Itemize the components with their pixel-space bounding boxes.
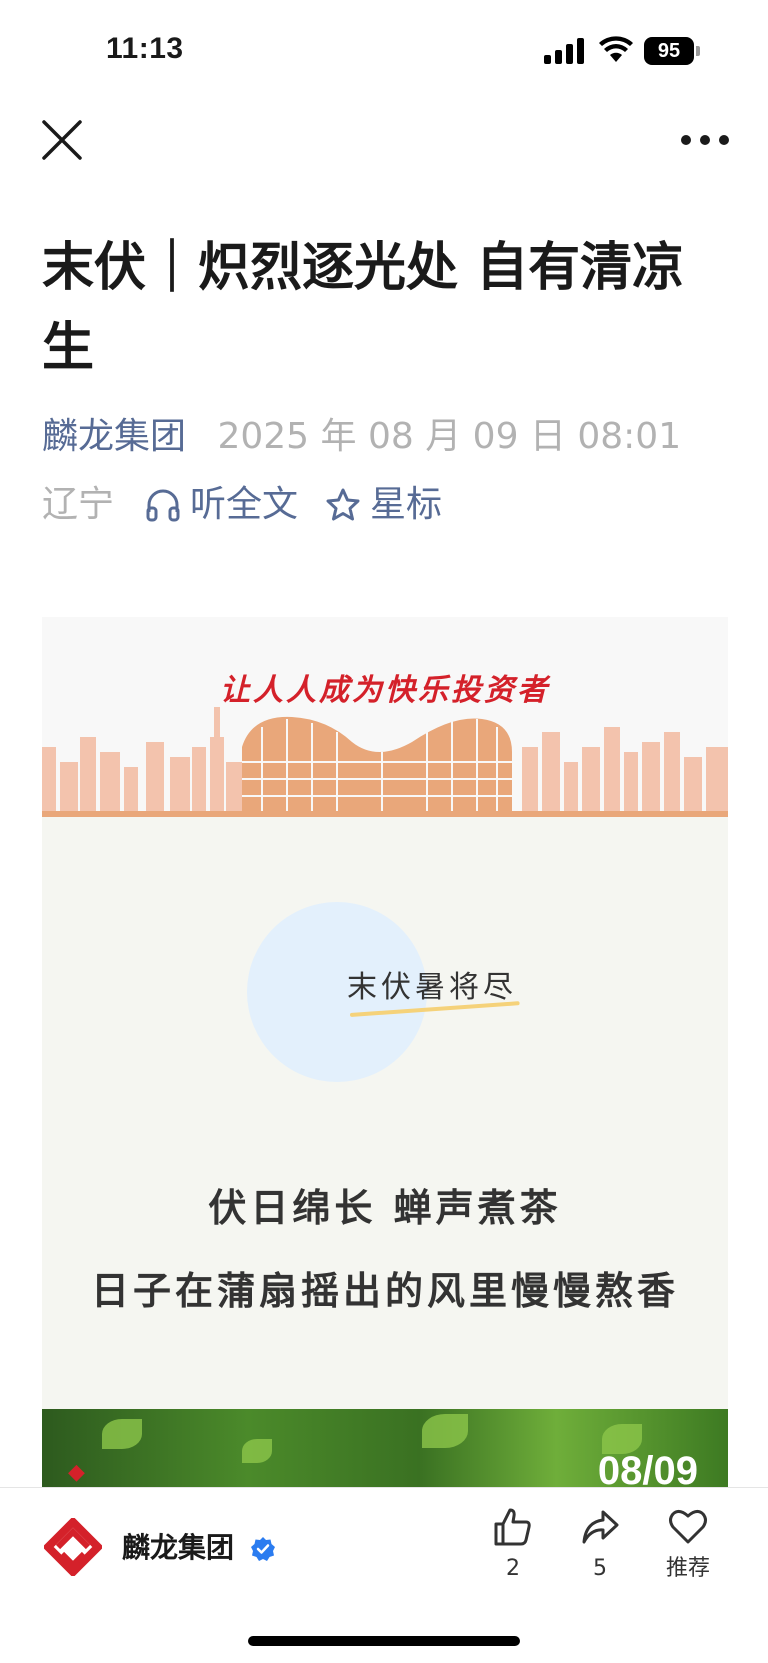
poster-text-line2: 日子在蒲扇摇出的风里慢慢熬香	[90, 1269, 679, 1313]
battery-level: 95	[644, 37, 694, 65]
publish-time: 2025 年 08 月 09 日 08:01	[217, 416, 682, 457]
account-name[interactable]: 麟龙集团	[122, 1528, 234, 1568]
leaf-decoration	[422, 1414, 468, 1448]
tree-photo: ◆ 08/09	[42, 1409, 728, 1487]
wifi-icon	[599, 36, 633, 62]
status-bar: 11:13 95	[0, 0, 768, 100]
share-count: 5	[593, 1556, 607, 1581]
article-title: 末伏｜炽烈逐光处 自有清凉生	[42, 238, 685, 378]
article-meta: 麟龙集团 2025 年 08 月 09 日 08:01	[42, 412, 681, 462]
photo-date: 08/09	[597, 1449, 698, 1487]
article-poster-image: 让人人成为快乐投资者 末伏暑将尽 伏日绵长 蝉声煮茶 日子在蒲扇摇出的风里慢慢熬…	[42, 617, 728, 1487]
verified-badge-icon	[251, 1537, 275, 1561]
star-label: 星标	[370, 484, 443, 525]
poster-subtitle: 末伏暑将尽	[347, 970, 517, 1005]
star-button[interactable]: 星标	[324, 480, 442, 530]
home-indicator[interactable]	[248, 1636, 520, 1646]
like-button[interactable]: 2	[478, 1506, 548, 1584]
battery-tip	[696, 46, 700, 56]
listen-label: 听全文	[190, 484, 299, 525]
poster-slogan: 让人人成为快乐投资者	[220, 673, 550, 708]
signal-icon	[544, 38, 584, 64]
headphones-icon	[146, 489, 180, 522]
share-button[interactable]: 5	[565, 1506, 635, 1584]
photo-brand-logo: ◆	[68, 1459, 85, 1485]
recommend-label: 推荐	[665, 1556, 710, 1581]
heart-icon	[669, 1509, 707, 1544]
status-time: 11:13	[106, 32, 184, 65]
region-label: 辽宁	[42, 484, 115, 525]
recommend-button[interactable]: 推荐	[653, 1506, 723, 1584]
account-logo-icon[interactable]	[44, 1518, 102, 1576]
thumbs-up-icon	[494, 1508, 531, 1546]
battery-indicator: 95	[644, 37, 700, 65]
poster-text-line1: 伏日绵长 蝉声煮茶	[208, 1186, 562, 1230]
article-actions: 辽宁 听全文 星标	[42, 480, 442, 530]
leaf-decoration	[242, 1439, 272, 1463]
star-icon	[326, 488, 360, 521]
account-link[interactable]: 麟龙集团	[42, 416, 186, 457]
poster-header: 让人人成为快乐投资者	[42, 617, 728, 817]
share-arrow-icon	[582, 1510, 619, 1544]
close-icon[interactable]	[40, 118, 84, 162]
like-count: 2	[506, 1556, 520, 1581]
listen-button[interactable]: 听全文	[144, 480, 298, 530]
more-icon[interactable]	[680, 126, 730, 154]
city-skyline-illustration	[42, 707, 728, 817]
leaf-decoration	[102, 1419, 142, 1449]
